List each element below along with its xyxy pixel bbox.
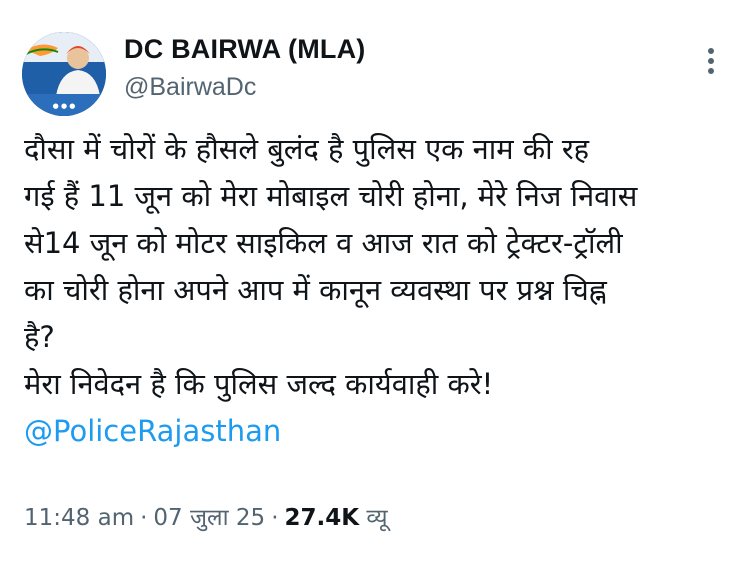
meta-separator: · [140,505,148,531]
tweet-card: ● ● ● DC BAIRWA (MLA) @BairwaDc दौसा में… [0,0,750,567]
tweet-date[interactable]: 07 जुला 25 [153,505,265,531]
meta-separator: · [271,505,279,531]
tweet-text-line: मेरा निवेदन है कि पुलिस जल्द कार्यवाही क… [24,367,494,401]
mention-link[interactable]: @PoliceRajasthan [24,408,740,455]
views-label: व्यू [366,505,388,531]
tweet-text-line: दौसा में चोरों के हौसले बुलंद है पुलिस ए… [24,132,590,166]
avatar-image: ● ● ● [22,32,106,116]
tweet-text-line: से14 जून को मोटर साइकिल व आज रात को ट्रे… [24,226,623,260]
views-count: 27.4K [284,505,360,531]
tweet-time[interactable]: 11:48 am [24,505,134,531]
tweet-meta: 11:48 am · 07 जुला 25 · 27.4K व्यू [24,500,388,532]
tweet-text-line: है? [24,320,55,354]
svg-text:● ● ●: ● ● ● [53,102,76,110]
avatar[interactable]: ● ● ● [22,32,106,116]
author-name[interactable]: DC BAIRWA (MLA) [124,34,365,65]
more-dots-icon[interactable] [700,44,722,78]
author-handle[interactable]: @BairwaDc [124,73,256,102]
tweet-text-line: गई हैं 11 जून को मेरा मोबाइल चोरी होना, … [24,179,638,213]
tweet-text-line: का चोरी होना अपने आप में कानून व्यवस्था … [24,273,607,307]
tweet-text: दौसा में चोरों के हौसले बुलंद है पुलिस ए… [24,126,740,455]
